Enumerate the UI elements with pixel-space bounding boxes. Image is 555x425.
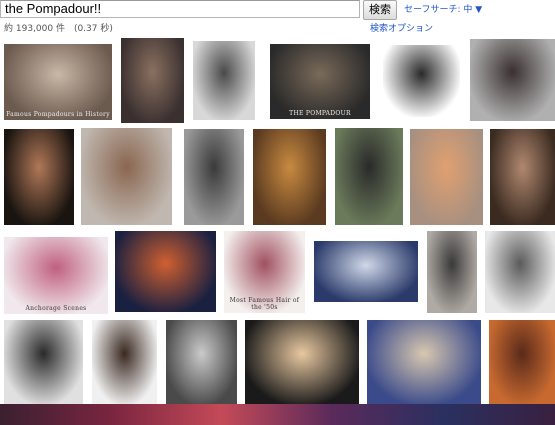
image-result[interactable] (489, 320, 555, 404)
image-result[interactable] (245, 320, 359, 404)
image-caption: Anchorage Scenes (25, 305, 87, 312)
image-result[interactable] (184, 129, 244, 225)
image-result[interactable]: Anchorage Scenes (4, 237, 108, 314)
image-result[interactable] (121, 38, 184, 123)
image-result[interactable] (427, 231, 477, 313)
bottom-image-strip (0, 404, 555, 425)
image-result[interactable] (383, 45, 460, 117)
image-result[interactable] (485, 231, 555, 313)
image-result[interactable] (4, 320, 83, 404)
image-result[interactable] (367, 320, 481, 404)
image-result[interactable] (81, 128, 172, 225)
image-caption: THE POMPADOUR (289, 110, 351, 117)
image-results-grid: Famous Pompadours in History THE POMPADO… (0, 0, 555, 425)
image-result[interactable]: Famous Pompadours in History (4, 44, 112, 120)
image-caption: Famous Pompadours in History (6, 111, 110, 118)
image-result[interactable] (314, 241, 418, 302)
image-result[interactable] (115, 231, 216, 312)
image-result[interactable] (335, 128, 403, 225)
image-result[interactable]: Most Famous Hair of the '50s (224, 231, 305, 313)
image-result[interactable]: THE POMPADOUR (270, 44, 370, 119)
image-result[interactable] (410, 129, 483, 225)
image-result[interactable] (253, 129, 326, 225)
image-result[interactable] (92, 320, 157, 404)
image-result[interactable] (490, 129, 555, 225)
image-result[interactable] (4, 129, 74, 225)
image-result[interactable] (193, 41, 255, 120)
image-result[interactable] (470, 39, 555, 121)
image-result[interactable] (166, 320, 237, 404)
image-caption: Most Famous Hair of the '50s (229, 297, 300, 311)
